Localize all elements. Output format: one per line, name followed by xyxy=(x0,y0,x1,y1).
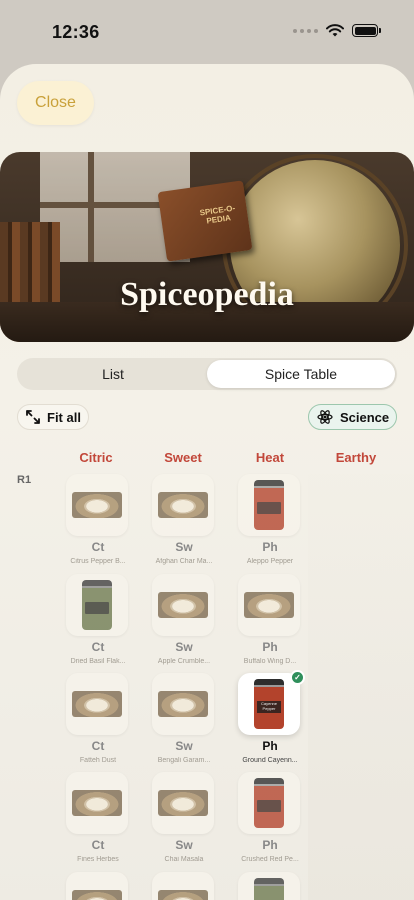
tile-symbol: Sw xyxy=(175,640,193,654)
spice-thumbnail xyxy=(72,492,122,518)
fit-all-button[interactable]: Fit all xyxy=(17,404,89,430)
spice-sheet: Close SPICE-O-PEDIA Spiceopedia List Spi… xyxy=(0,64,414,900)
column-header-citric: Citric xyxy=(79,450,113,465)
tile-symbol: Ph xyxy=(262,838,278,852)
spice-thumbnail xyxy=(158,890,208,900)
tile-symbol: Ph xyxy=(262,739,278,753)
spice-tile[interactable] xyxy=(238,474,300,536)
earthy-column-empty xyxy=(308,474,414,900)
battery-icon xyxy=(352,24,381,37)
tile-name: Chai Masala xyxy=(164,856,204,863)
spice-thumbnail xyxy=(72,790,122,816)
row-label: R1 xyxy=(17,474,32,486)
atom-icon xyxy=(317,410,333,424)
tile-name: Citrus Pepper B... xyxy=(70,558,126,565)
hero-banner: SPICE-O-PEDIA Spiceopedia xyxy=(0,152,414,342)
spice-tile[interactable] xyxy=(152,474,214,536)
tile-name: Ground Cayenn... xyxy=(242,757,298,764)
tile-name: Fines Herbes xyxy=(77,856,119,863)
spice-tile[interactable] xyxy=(66,673,128,735)
spice-thumbnail xyxy=(72,890,122,900)
spice-thumbnail xyxy=(158,492,208,518)
tile-symbol: Ct xyxy=(91,739,105,753)
tile-symbol: Ct xyxy=(91,540,105,554)
wifi-icon xyxy=(326,24,344,37)
segment-list[interactable]: List xyxy=(19,360,207,388)
tile-name: Crushed Red Pe... xyxy=(241,856,299,863)
tile-symbol: Ct xyxy=(91,640,105,654)
spice-tile[interactable] xyxy=(238,872,300,900)
spice-jar-thumbnail xyxy=(254,480,284,530)
tile-symbol: Sw xyxy=(175,739,193,753)
spice-tile[interactable] xyxy=(66,574,128,636)
segment-spice-table[interactable]: Spice Table xyxy=(207,360,395,388)
checkmark-icon: ✓ xyxy=(290,670,305,685)
status-bar: 12:36 xyxy=(0,0,414,62)
view-segmented-control: List Spice Table xyxy=(17,358,397,390)
spice-tile[interactable] xyxy=(152,772,214,834)
spice-jar-thumbnail: Cayenne Pepper xyxy=(254,679,284,729)
column-header-earthy: Earthy xyxy=(335,450,377,465)
jar-label-text: Cayenne Pepper xyxy=(257,701,281,713)
column-header-heat: Heat xyxy=(255,450,285,465)
spice-thumbnail xyxy=(158,592,208,618)
spice-thumbnail xyxy=(158,691,208,717)
spice-thumbnail xyxy=(244,592,294,618)
tile-name: Fatteh Dust xyxy=(79,757,117,764)
science-label: Science xyxy=(340,409,390,425)
spice-tile[interactable] xyxy=(152,574,214,636)
tile-symbol: Ph xyxy=(262,640,278,654)
tile-name: Bengali Garam... xyxy=(157,757,211,764)
tile-symbol: Ph xyxy=(262,540,278,554)
spice-tile[interactable] xyxy=(66,772,128,834)
close-button[interactable]: Close xyxy=(17,81,94,125)
status-time: 12:36 xyxy=(52,22,100,42)
spice-tile[interactable] xyxy=(66,474,128,536)
tile-name: Dried Basil Flak... xyxy=(70,658,126,665)
signal-dots-icon xyxy=(293,28,318,33)
spice-tile[interactable] xyxy=(238,574,300,636)
hero-title: Spiceopedia xyxy=(120,276,294,313)
status-icons xyxy=(293,24,381,37)
tile-symbol: Ct xyxy=(91,838,105,852)
tile-name: Aleppo Pepper xyxy=(246,558,294,565)
science-button[interactable]: Science xyxy=(308,404,397,430)
fit-all-label: Fit all xyxy=(47,409,81,425)
spice-tile[interactable] xyxy=(238,772,300,834)
expand-arrows-icon xyxy=(26,410,40,424)
spice-tile[interactable] xyxy=(152,673,214,735)
tile-symbol: Sw xyxy=(175,838,193,852)
spice-tile[interactable] xyxy=(66,872,128,900)
spice-jar-thumbnail xyxy=(254,778,284,828)
spice-jar-thumbnail xyxy=(254,878,284,900)
spice-thumbnail xyxy=(72,691,122,717)
column-header-sweet: Sweet xyxy=(164,450,202,465)
tile-name: Apple Crumble... xyxy=(157,658,211,665)
tile-symbol: Sw xyxy=(175,540,193,554)
spice-thumbnail xyxy=(158,790,208,816)
spice-tile[interactable] xyxy=(152,872,214,900)
tile-name: Afghan Char Ma... xyxy=(155,558,213,565)
tile-name: Buffalo Wing D... xyxy=(243,658,297,665)
spice-jar-thumbnail xyxy=(82,580,112,630)
spice-tile-selected[interactable]: Cayenne Pepper xyxy=(238,673,300,735)
